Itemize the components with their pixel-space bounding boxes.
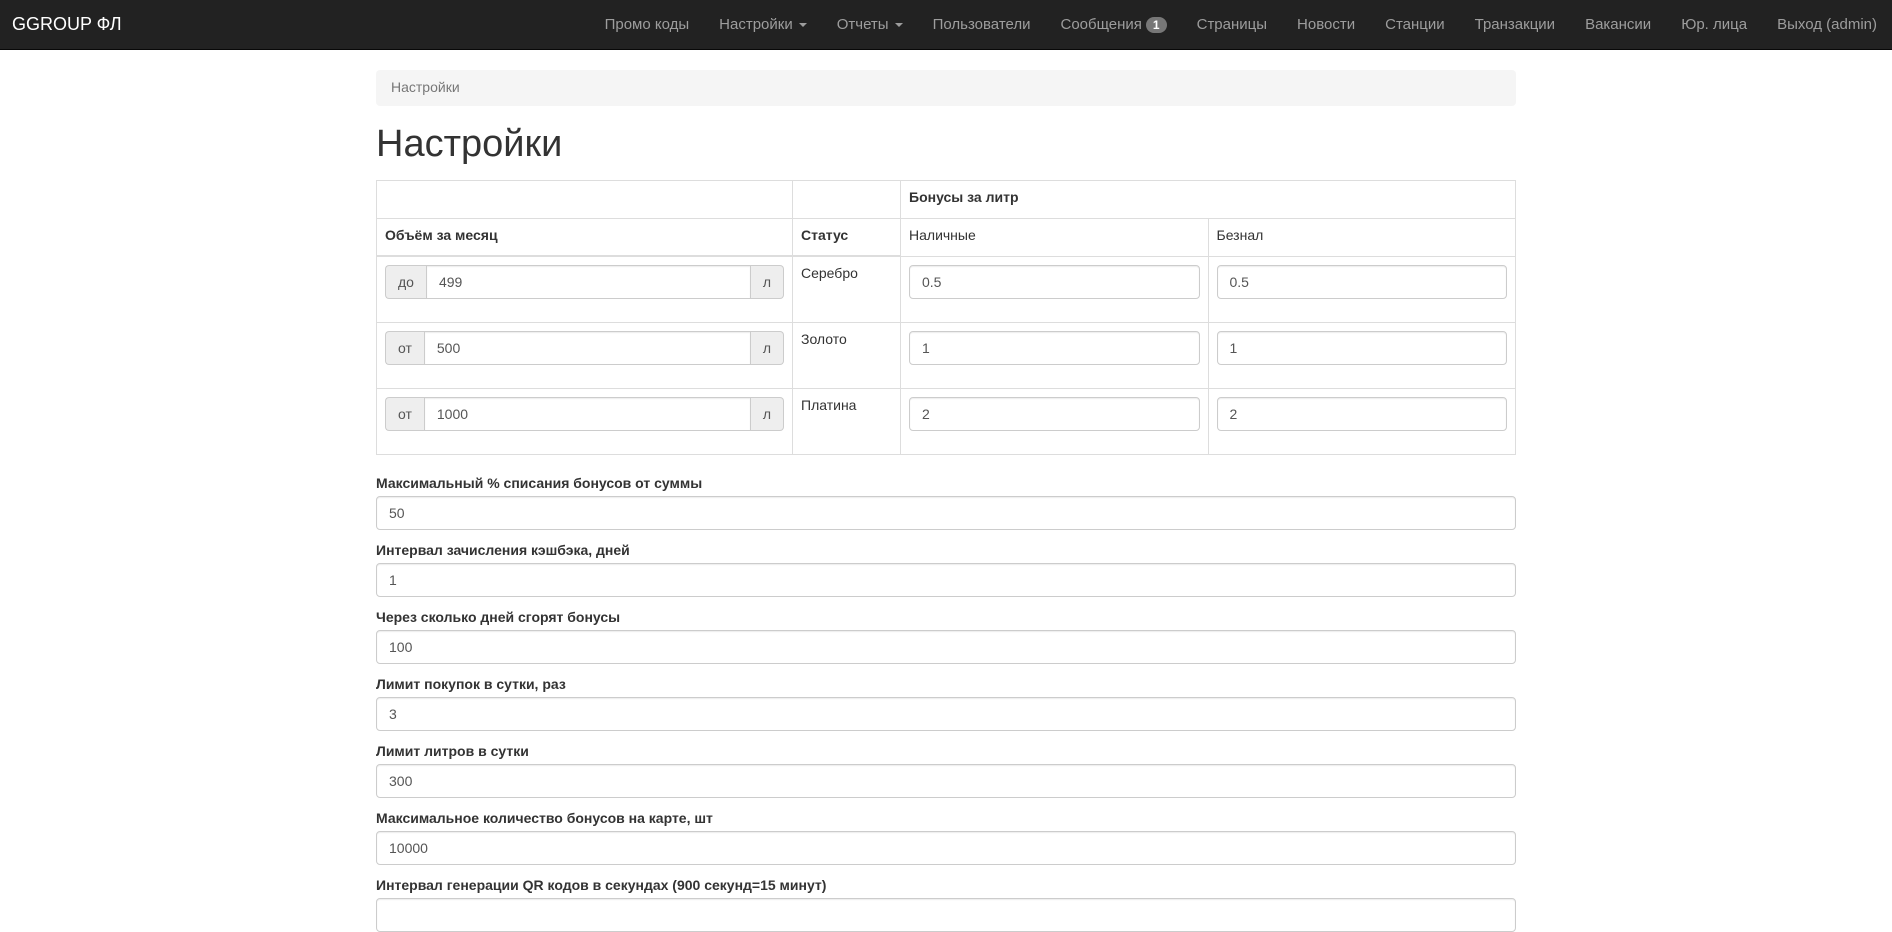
cashless-bonus-cell (1207, 255, 1516, 323)
nav-logout[interactable]: Выход (admin) (1762, 0, 1892, 49)
nav-label: Настройки (719, 16, 793, 33)
volume-prefix: от (385, 396, 424, 431)
nav-pages[interactable]: Страницы (1182, 0, 1282, 49)
cashback-interval-label: Интервал зачисления кэшбэка, дней (376, 541, 630, 558)
nav-label: Промо коды (604, 16, 690, 33)
bonus-levels-table: Бонусы за литр Объём за месяц Статус Нал… (376, 179, 1516, 455)
table-header-row-2: Объём за месяц Статус Наличные Безнал (376, 217, 1516, 258)
bonus-expiry-input[interactable] (376, 629, 1516, 664)
cashback-interval-group: Интервал зачисления кэшбэка, дней (376, 542, 1516, 597)
messages-count-badge: 1 (1145, 16, 1167, 33)
nav-label: Новости (1297, 16, 1356, 33)
nav-label: Страницы (1196, 16, 1268, 33)
volume-input-group: от л (385, 396, 784, 431)
qr-interval-input[interactable] (376, 897, 1516, 932)
volume-cell: от л (376, 387, 793, 455)
cash-bonus-input[interactable] (909, 330, 1200, 365)
volume-input[interactable] (425, 265, 751, 300)
breadcrumb-item: Настройки (391, 79, 460, 95)
volume-input-group: от л (385, 330, 784, 365)
cashless-column-header: Безнал (1207, 217, 1516, 257)
volume-input[interactable] (423, 330, 751, 365)
cashback-interval-input[interactable] (376, 562, 1516, 597)
brand-logo[interactable]: GGROUP ФЛ (12, 14, 122, 35)
nav-settings-dropdown[interactable]: Настройки (704, 0, 822, 49)
daily-purchase-limit-group: Лимит покупок в сутки, раз (376, 676, 1516, 731)
main-container: Настройки Настройки Бонусы за литр Объём… (376, 70, 1516, 932)
nav-label: Пользователи (932, 16, 1031, 33)
volume-unit: л (750, 396, 784, 431)
caret-down-icon (798, 22, 807, 27)
table-row: от л Платина (376, 387, 1516, 455)
volume-prefix: до (385, 265, 426, 300)
nav-label: Транзакции (1474, 16, 1556, 33)
max-bonus-on-card-label: Максимальное количество бонусов на карте… (376, 809, 713, 826)
nav-label: Сообщения (1060, 16, 1142, 33)
breadcrumb: Настройки (376, 70, 1516, 106)
nav-label: Станции (1385, 16, 1445, 33)
max-writeoff-percent-label: Максимальный % списания бонусов от суммы (376, 474, 703, 491)
cash-bonus-cell (900, 321, 1209, 389)
status-cell: Золото (792, 321, 901, 389)
daily-purchase-limit-input[interactable] (376, 696, 1516, 731)
daily-purchase-limit-label: Лимит покупок в сутки, раз (376, 675, 566, 692)
qr-interval-group: Интервал генерации QR кодов в секундах (… (376, 877, 1516, 932)
max-writeoff-percent-group: Максимальный % списания бонусов от суммы (376, 475, 1516, 530)
cash-bonus-cell (900, 387, 1209, 455)
volume-input-group: до л (385, 265, 784, 300)
nav-label: Вакансии (1585, 16, 1652, 33)
cash-column-header: Наличные (900, 217, 1209, 257)
bonus-expiry-label: Через сколько дней сгорят бонусы (376, 608, 621, 625)
bonus-expiry-group: Через сколько дней сгорят бонусы (376, 609, 1516, 664)
empty-header-cell (376, 179, 793, 219)
nav-label: Юр. лица (1681, 16, 1748, 33)
cash-bonus-input[interactable] (909, 264, 1200, 299)
nav-vacancies[interactable]: Вакансии (1570, 0, 1666, 49)
cashless-bonus-input[interactable] (1216, 396, 1507, 431)
nav-reports-dropdown[interactable]: Отчеты (822, 0, 918, 49)
nav-stations[interactable]: Станции (1370, 0, 1460, 49)
volume-prefix: от (385, 330, 424, 365)
daily-liters-limit-label: Лимит литров в сутки (376, 742, 529, 759)
status-cell: Серебро (792, 255, 901, 323)
status-cell: Платина (792, 387, 901, 455)
nav-label: Выход (admin) (1777, 16, 1877, 33)
volume-unit: л (750, 265, 784, 300)
main-nav: Промо коды Настройки Отчеты Пользователи… (590, 0, 1892, 49)
page-title: Настройки (376, 123, 563, 165)
volume-input[interactable] (423, 396, 751, 431)
daily-liters-limit-group: Лимит литров в сутки (376, 743, 1516, 798)
max-bonus-on-card-group: Максимальное количество бонусов на карте… (376, 810, 1516, 865)
qr-interval-label: Интервал генерации QR кодов в секундах (… (376, 876, 827, 893)
status-column-header: Статус (792, 217, 901, 258)
volume-cell: до л (376, 255, 793, 323)
max-writeoff-percent-input[interactable] (376, 495, 1516, 530)
cashless-bonus-input[interactable] (1216, 330, 1507, 365)
top-navbar: GGROUP ФЛ Промо коды Настройки Отчеты По… (0, 0, 1892, 50)
cashless-bonus-cell (1207, 321, 1516, 389)
bonus-per-liter-header: Бонусы за литр (900, 179, 1516, 219)
cashless-bonus-input[interactable] (1216, 264, 1507, 299)
max-bonus-on-card-input[interactable] (376, 830, 1516, 865)
cash-bonus-cell (900, 255, 1209, 323)
table-row: до л Серебро (376, 255, 1516, 323)
nav-messages[interactable]: Сообщения 1 (1046, 0, 1182, 49)
volume-cell: от л (376, 321, 793, 389)
nav-users[interactable]: Пользователи (918, 0, 1046, 49)
volume-column-header: Объём за месяц (376, 217, 793, 258)
nav-label: Отчеты (836, 16, 889, 33)
cash-bonus-input[interactable] (909, 396, 1200, 431)
nav-promo-codes[interactable]: Промо коды (590, 0, 705, 49)
volume-unit: л (750, 330, 784, 365)
nav-news[interactable]: Новости (1282, 0, 1370, 49)
caret-down-icon (894, 22, 903, 27)
table-row: от л Золото (376, 321, 1516, 389)
table-header-row-1: Бонусы за литр (376, 179, 1516, 219)
daily-liters-limit-input[interactable] (376, 763, 1516, 798)
nav-legal-entities[interactable]: Юр. лица (1666, 0, 1762, 49)
empty-header-cell (792, 179, 901, 219)
cashless-bonus-cell (1207, 387, 1516, 455)
nav-transactions[interactable]: Транзакции (1460, 0, 1570, 49)
